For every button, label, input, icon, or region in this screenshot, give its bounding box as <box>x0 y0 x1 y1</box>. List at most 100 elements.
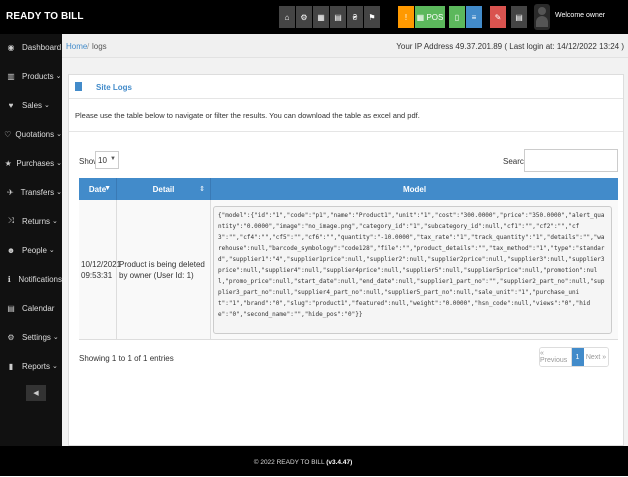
sidebar-item-reports[interactable]: ▮ Reports ⌄ <box>0 354 62 378</box>
flag-icon: ⚑ <box>368 12 376 22</box>
footer: © 2022 READY TO BILL (v3.4.47) <box>0 446 628 476</box>
sidebar-item-settings[interactable]: ⚙ Settings ⌄ <box>0 325 62 349</box>
people-icon: ☻ <box>6 245 16 255</box>
products-icon: ▥ <box>7 71 15 81</box>
footer-text: © 2022 READY TO BILL (v3.4.47) <box>0 459 606 466</box>
pagination-previous[interactable]: « Previous <box>540 348 572 366</box>
panel-header: Site Logs <box>69 75 623 99</box>
column-header-detail-label: Detail <box>152 184 175 194</box>
grid-button[interactable]: ▤ <box>511 6 527 28</box>
page-title: Site Logs <box>96 83 133 92</box>
search-input[interactable] <box>524 149 618 172</box>
language-button[interactable]: ₴ <box>347 6 363 28</box>
column-header-detail[interactable]: Detail ⇕ <box>117 178 211 200</box>
user-avatar[interactable] <box>534 4 550 30</box>
welcome-text[interactable]: Welcome owner <box>555 12 605 19</box>
chevron-down-icon: ⌄ <box>52 218 58 225</box>
site-logs-panel: Site Logs Please use the table below to … <box>68 74 624 446</box>
pagination-next[interactable]: Next » <box>584 348 608 366</box>
alert-button[interactable]: ! <box>398 6 414 28</box>
settings-button[interactable]: ⚙ <box>296 6 312 28</box>
power-icon: ✎ <box>494 12 502 22</box>
main-content: Site Logs Please use the table below to … <box>62 58 628 459</box>
sound-icon: ▯ <box>454 12 460 22</box>
divider <box>69 131 623 132</box>
list-icon: ≡ <box>471 12 477 22</box>
pos-icon: ▦ POS <box>416 12 444 22</box>
returns-icon: ⤨ <box>7 216 15 225</box>
grid-icon: ▤ <box>515 12 523 22</box>
sidebar-item-products[interactable]: ▥ Products ⌄ <box>0 64 62 88</box>
power-button[interactable]: ✎ <box>490 6 506 28</box>
intro-text: Please use the table below to navigate o… <box>75 111 420 120</box>
chevron-down-icon: ⌄ <box>52 334 59 341</box>
calendar-icon: ▤ <box>7 303 15 313</box>
show-entries-select[interactable]: 10 ▼ <box>95 151 119 169</box>
sidebar-item-label: Products <box>22 71 54 81</box>
chevron-down-icon: ▼ <box>110 156 116 162</box>
sidebar-item-calendar[interactable]: ▤ Calendar <box>0 296 62 320</box>
sidebar-item-sales[interactable]: ♥ Sales ⌄ <box>0 93 62 117</box>
calculator-icon: ▦ <box>317 12 325 22</box>
sidebar-item-label: Sales <box>22 100 43 110</box>
sidebar-item-notifications[interactable]: ℹ Notifications <box>0 267 62 291</box>
home-icon: ⌂ <box>284 12 290 22</box>
pos-button[interactable]: ▦ POS <box>415 6 445 28</box>
file-icon <box>75 82 82 91</box>
cell-detail: Product is being deleted by owner (User … <box>117 200 211 340</box>
language-icon: ₴ <box>352 12 358 22</box>
column-header-model: Model <box>211 178 618 200</box>
cell-model: {"model":{"id":"1","code":"p1","name":"P… <box>211 200 618 340</box>
table-row: 10/12/2021 09:53:31 Product is being del… <box>79 200 618 340</box>
breadcrumb-home-link[interactable]: Home <box>66 42 87 51</box>
pagination-page-1[interactable]: 1 <box>572 348 584 366</box>
purchases-icon: ★ <box>4 158 12 168</box>
dashboard-icon: ◉ <box>7 42 15 52</box>
sidebar-item-returns[interactable]: ⤨ Returns ⌄ <box>0 209 62 233</box>
settings-icon: ⚙ <box>7 332 15 342</box>
breadcrumb: Home / logs Your IP Address 49.37.201.89… <box>62 34 628 58</box>
model-json-code: {"model":{"id":"1","code":"p1","name":"P… <box>213 206 612 334</box>
notifications-icon: ℹ <box>7 274 11 284</box>
sidebar-item-label: Purchases <box>16 158 55 168</box>
flag-button[interactable]: ⚑ <box>364 6 380 28</box>
sidebar-item-label: Quotations <box>15 129 55 139</box>
sidebar-item-quotations[interactable]: ♡ Quotations ⌄ <box>0 122 62 146</box>
sort-both-icon: ⇕ <box>199 186 205 193</box>
ip-address-info: Your IP Address 49.37.201.89 ( Last logi… <box>396 42 624 51</box>
sidebar-item-people[interactable]: ☻ People ⌄ <box>0 238 62 262</box>
settings-icon: ⚙ <box>300 12 308 22</box>
sidebar: ◉ Dashboard ▥ Products ⌄ ♥ Sales ⌄ ♡ Quotations ⌄ ★… <box>0 34 62 459</box>
breadcrumb-current: logs <box>92 42 107 51</box>
chevron-down-icon: ⌄ <box>52 363 58 370</box>
sound-button[interactable]: ▯ <box>449 6 465 28</box>
cell-date: 10/12/2021 09:53:31 <box>79 200 121 340</box>
sidebar-toggle-button[interactable]: ◀ <box>26 385 46 401</box>
top-bar: READY TO BILL ⌂ ⚙ ▦ ▤ ₴ ⚑! ▦ POS ▯ ≡ ✎ ▤ Welcome o… <box>0 0 628 34</box>
sidebar-item-label: People <box>22 245 47 255</box>
sidebar-item-label: Settings <box>22 332 51 342</box>
pagination: « Previous 1 Next » <box>539 347 609 367</box>
show-entries-value: 10 <box>98 156 107 165</box>
sales-icon: ♥ <box>8 100 14 110</box>
sidebar-item-label: Notifications <box>18 274 62 284</box>
chevron-down-icon: ⌄ <box>44 102 50 109</box>
calendar-button[interactable]: ▤ <box>330 6 346 28</box>
column-header-model-label: Model <box>402 184 427 194</box>
brand-logo[interactable]: READY TO BILL <box>6 11 84 22</box>
sidebar-item-dashboard[interactable]: ◉ Dashboard <box>0 35 62 59</box>
sidebar-item-label: Transfers <box>20 187 55 197</box>
sidebar-item-label: Dashboard <box>22 42 62 52</box>
table-info: Showing 1 to 1 of 1 entries <box>79 354 174 363</box>
footer-version: (v3.4.47) <box>326 459 353 466</box>
sidebar-item-label: Returns <box>22 216 51 226</box>
sidebar-item-purchases[interactable]: ★ Purchases ⌄ <box>0 151 62 175</box>
list-button[interactable]: ≡ <box>466 6 482 28</box>
calculator-button[interactable]: ▦ <box>313 6 329 28</box>
home-button[interactable]: ⌂ <box>279 6 295 28</box>
sidebar-item-label: Reports <box>22 361 51 371</box>
transfers-icon: ✈ <box>6 187 14 197</box>
reports-icon: ▮ <box>8 361 14 371</box>
sidebar-item-transfers[interactable]: ✈ Transfers ⌄ <box>0 180 62 204</box>
column-header-date[interactable]: Date ▼ <box>79 178 117 200</box>
